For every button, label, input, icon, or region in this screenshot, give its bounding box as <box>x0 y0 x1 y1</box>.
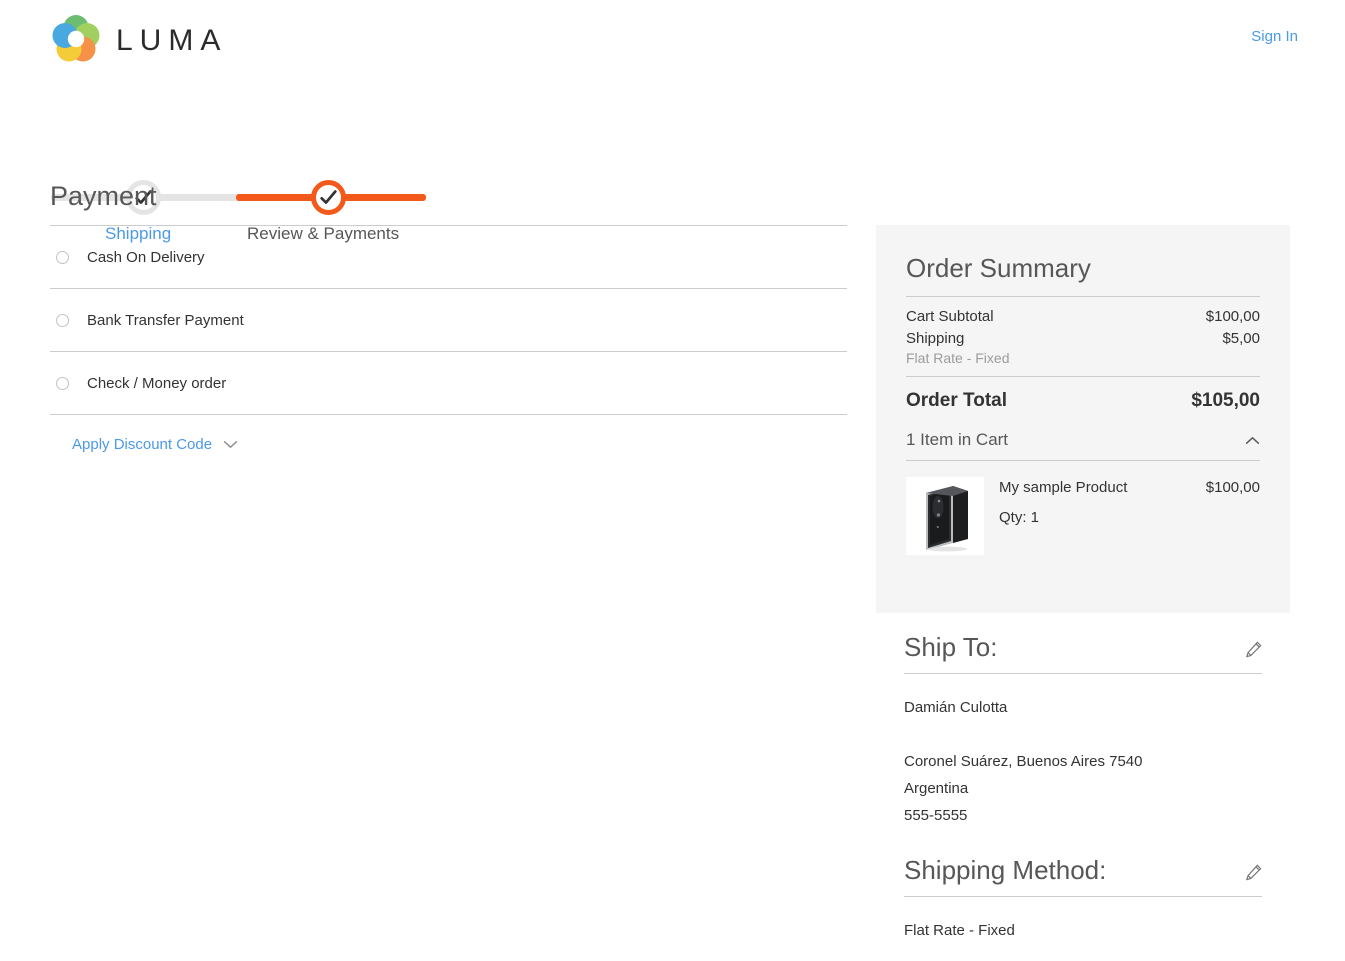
ship-to-country: Argentina <box>904 780 969 797</box>
payment-method-check-money-order[interactable]: Check / Money order <box>50 352 847 414</box>
ship-to-title: Ship To: <box>904 632 998 662</box>
order-total-row: Order Total $105,00 <box>906 377 1260 412</box>
ship-to-street: Coronel Suárez, Buenos Aires 7540 <box>904 753 1143 770</box>
luma-wordmark: LUMA <box>116 24 228 57</box>
ship-to-name: Damián Culotta <box>904 699 1008 716</box>
payment-method-label: Cash On Delivery <box>87 248 205 266</box>
radio-cash-on-delivery[interactable] <box>56 250 69 264</box>
pencil-edit-icon[interactable] <box>1245 641 1262 658</box>
radio-check-money-order[interactable] <box>56 376 69 390</box>
order-summary-panel: Order Summary Cart Subtotal $100,00 Ship… <box>876 225 1290 613</box>
order-summary-title: Order Summary <box>906 253 1091 283</box>
shipping-value: $5,00 <box>1222 330 1260 347</box>
payment-method-label: Bank Transfer Payment <box>87 311 244 329</box>
cart-subtotal-row: Cart Subtotal $100,00 <box>906 308 1260 325</box>
order-totals: Cart Subtotal $100,00 Shipping $5,00 Fla… <box>906 297 1260 366</box>
payment-method-label: Check / Money order <box>87 374 227 392</box>
shipping-method-note: Flat Rate - Fixed <box>906 350 1010 366</box>
chevron-down-icon <box>224 440 238 448</box>
cart-item-qty: Qty: 1 <box>999 509 1040 526</box>
cart-item-price: $100,00 <box>1205 479 1260 496</box>
cart-item-name: My sample Product <box>999 479 1128 496</box>
cart-items-count-label: 1 Item in Cart <box>906 430 1009 449</box>
shipping-method-title: Shipping Method: <box>904 855 1107 885</box>
luma-ring-logo-icon <box>50 15 102 67</box>
cart-item: My sample Product Qty: 1 $100,00 <box>906 461 1260 555</box>
product-thumbnail <box>906 477 984 555</box>
payment-method-bank-transfer[interactable]: Bank Transfer Payment <box>50 289 847 351</box>
page-header: LUMA Sign In <box>0 0 1345 80</box>
sign-in-link[interactable]: Sign In <box>1251 28 1298 45</box>
payment-section: Payment Cash On Delivery Bank Transfer P… <box>50 178 847 473</box>
order-total-label: Order Total <box>906 390 1007 411</box>
cart-subtotal-label: Cart Subtotal <box>906 308 994 325</box>
shipping-row: Shipping $5,00 <box>906 330 1260 347</box>
checkout-page: LUMA Sign In Shipping Review & Payments … <box>0 0 1345 961</box>
checkout-progress-bar: Shipping Review & Payments <box>0 90 1345 243</box>
ship-to-phone: 555-5555 <box>904 807 968 824</box>
apply-discount-code-toggle[interactable]: Apply Discount Code <box>50 415 847 473</box>
luma-logo[interactable]: LUMA <box>50 15 227 67</box>
pencil-edit-icon[interactable] <box>1245 864 1262 881</box>
cart-items-toggle[interactable]: 1 Item in Cart <box>906 424 1260 460</box>
shipping-method-section: Shipping Method: Flat Rate - Fixed <box>904 853 1262 944</box>
cart-item-details: My sample Product Qty: 1 <box>984 477 1206 555</box>
radio-bank-transfer[interactable] <box>56 313 69 327</box>
payment-method-cash-on-delivery[interactable]: Cash On Delivery <box>50 226 847 288</box>
page-title: Payment <box>50 181 157 211</box>
ship-to-section: Ship To: Damián Culotta Coronel Suárez, … <box>904 630 1262 829</box>
chevron-up-icon[interactable] <box>1245 436 1260 445</box>
order-total-value: $105,00 <box>1191 390 1260 411</box>
shipping-label: Shipping <box>906 330 965 347</box>
apply-discount-code-label[interactable]: Apply Discount Code <box>72 436 212 453</box>
shipping-method-value: Flat Rate - Fixed <box>904 922 1015 939</box>
cart-subtotal-value: $100,00 <box>1205 308 1260 325</box>
